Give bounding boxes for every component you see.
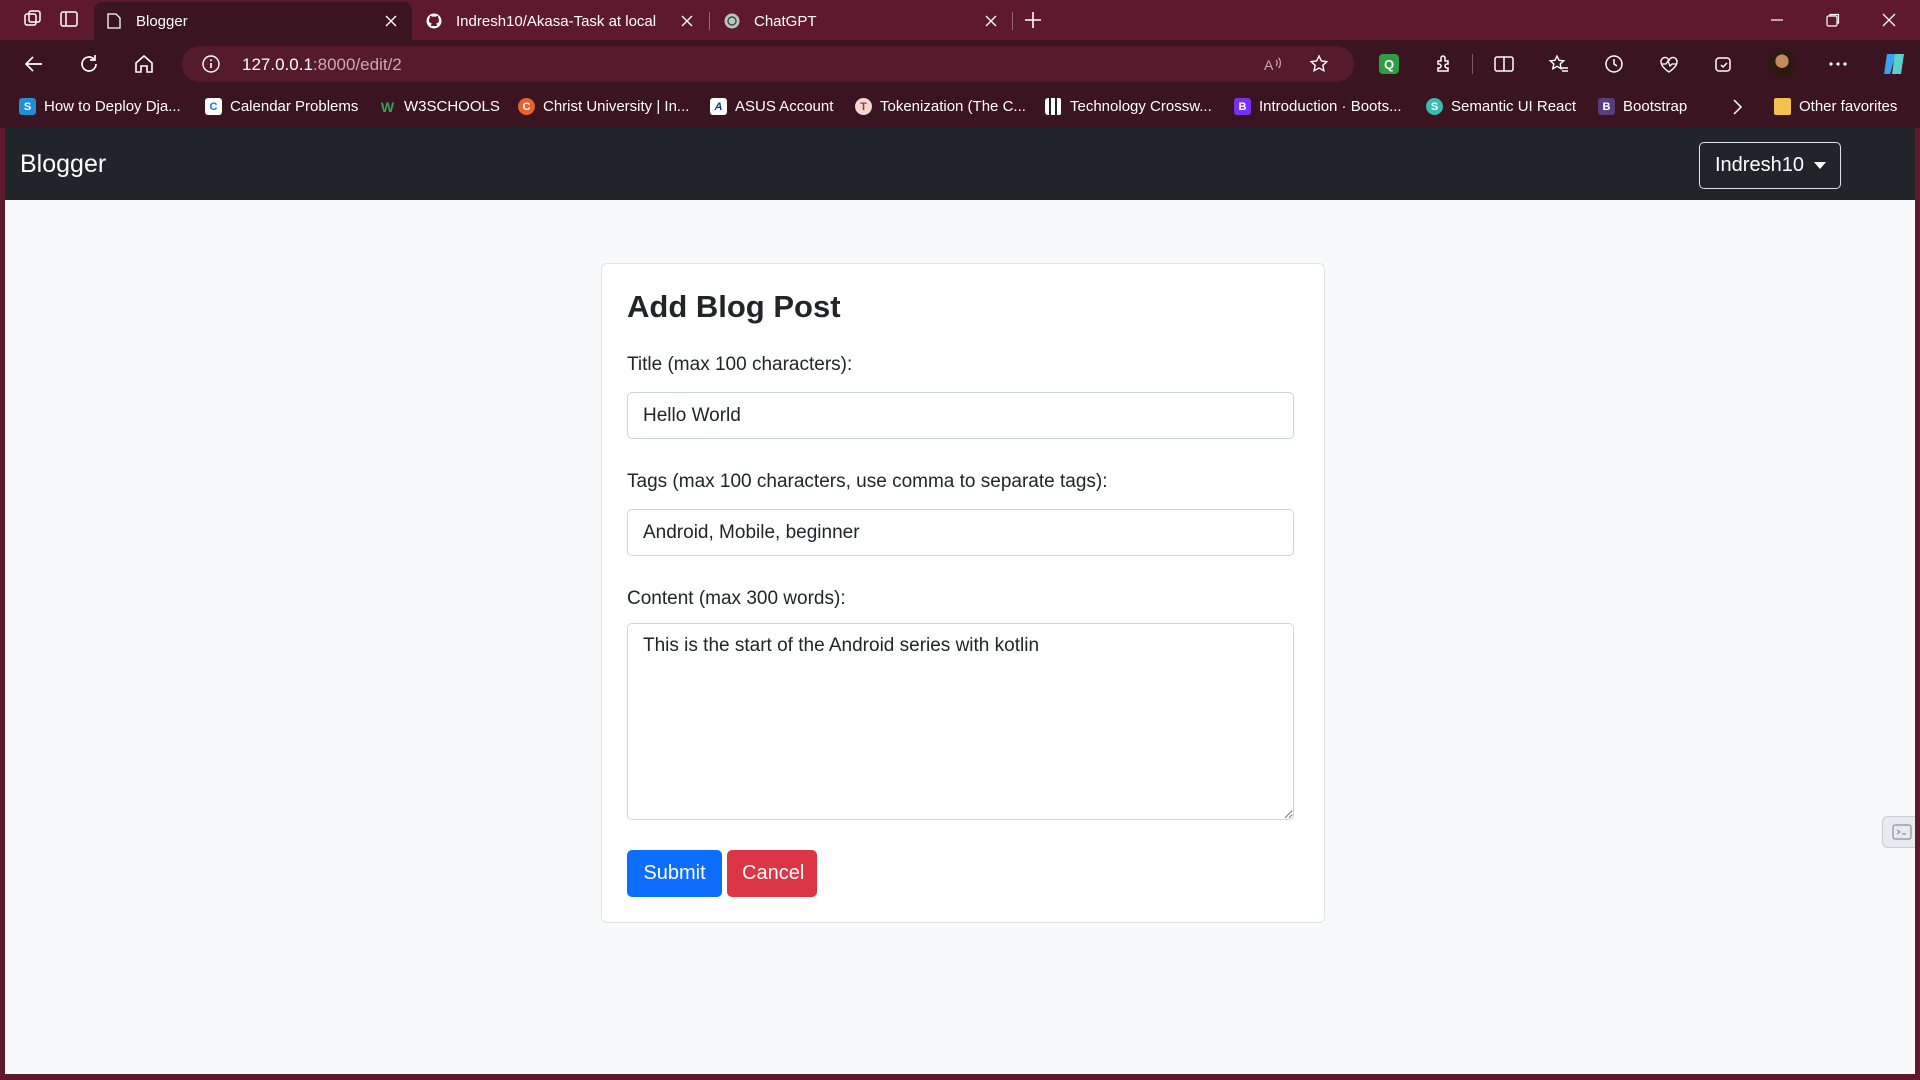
address-bar[interactable]: 127.0.0.1:8000/edit/2 A — [182, 46, 1354, 82]
tab-strip: Blogger Indresh10/Akasa-Task at local Ch… — [0, 0, 1920, 40]
favorites-icon[interactable] — [1545, 50, 1573, 78]
site-info-icon[interactable] — [202, 55, 220, 73]
crossword-icon — [1045, 98, 1062, 115]
url-text[interactable]: 127.0.0.1:8000/edit/2 — [242, 55, 402, 75]
content-textarea[interactable]: This is the start of the Android series … — [627, 623, 1294, 820]
tab-divider — [709, 12, 710, 30]
blog-post-form-card: Add Blog Post Title (max 100 characters)… — [601, 263, 1325, 923]
browser-essentials-icon[interactable] — [1710, 50, 1738, 78]
bootstrap-icon: B — [1598, 98, 1615, 115]
read-aloud-icon[interactable]: A — [1262, 53, 1284, 75]
bookmark-item[interactable]: B Introduction · Boots... — [1234, 98, 1402, 115]
close-window-icon[interactable] — [1866, 6, 1912, 34]
tab-actions-icon[interactable] — [58, 8, 80, 30]
bootstrap-icon: B — [1234, 98, 1251, 115]
copilot-icon[interactable] — [1880, 50, 1908, 78]
url-path: :8000/edit/2 — [312, 55, 402, 74]
content-label: Content (max 300 words): — [627, 588, 846, 609]
caret-down-icon — [1813, 162, 1826, 169]
tab-chatgpt[interactable]: ChatGPT — [712, 2, 1012, 40]
bookmarks-bar: S How to Deploy Dja... C Calendar Proble… — [0, 88, 1920, 128]
close-tab-icon[interactable] — [982, 12, 1000, 30]
home-icon[interactable] — [130, 50, 158, 78]
bookmark-item[interactable]: C Calendar Problems — [205, 98, 358, 115]
asus-icon: A — [710, 98, 727, 115]
bookmark-label: Tokenization (The C... — [880, 98, 1026, 115]
workspaces-icon[interactable] — [22, 8, 44, 30]
split-screen-icon[interactable] — [1490, 50, 1518, 78]
page-viewport: Blogger Indresh10 Add Blog Post Title (m… — [5, 128, 1915, 1074]
site-navbar: Blogger Indresh10 — [5, 128, 1915, 200]
title-label: Title (max 100 characters): — [627, 354, 853, 375]
tab-title: Indresh10/Akasa-Task at local — [456, 12, 657, 30]
extensions-icon[interactable] — [1430, 50, 1458, 78]
chatgpt-icon — [724, 13, 740, 29]
terminal-icon — [1891, 824, 1912, 840]
close-tab-icon[interactable] — [678, 12, 696, 30]
semantic-ui-icon: S — [1426, 98, 1443, 115]
restore-icon[interactable] — [1810, 6, 1856, 34]
url-host: 127.0.0.1 — [242, 55, 313, 74]
toolbar-divider — [1472, 54, 1473, 74]
bookmark-label: W3SCHOOLS — [404, 98, 500, 115]
tab-blogger[interactable]: Blogger — [94, 2, 412, 40]
browser-toolbar: 127.0.0.1:8000/edit/2 A Q — [0, 40, 1920, 88]
tab-divider — [1012, 12, 1013, 30]
bookmark-label: Calendar Problems — [230, 98, 359, 115]
new-tab-icon[interactable] — [1022, 9, 1044, 31]
bookmark-item[interactable]: W W3SCHOOLS — [379, 98, 500, 115]
bookmark-label: Semantic UI React — [1451, 98, 1577, 115]
page-icon — [106, 13, 122, 29]
svg-text:A: A — [1264, 57, 1274, 73]
performance-icon[interactable] — [1655, 50, 1683, 78]
bookmark-label: Bootstrap — [1623, 98, 1688, 115]
brand-link[interactable]: Blogger — [20, 150, 106, 179]
bookmark-item[interactable]: B Bootstrap — [1598, 98, 1687, 115]
refresh-icon[interactable] — [75, 50, 103, 78]
side-panel-toggle[interactable] — [1882, 816, 1915, 848]
bookmark-label: Technology Crossw... — [1070, 98, 1212, 115]
back-icon[interactable] — [20, 50, 48, 78]
close-tab-icon[interactable] — [382, 12, 400, 30]
github-icon — [426, 13, 442, 29]
tags-label: Tags (max 100 characters, use comma to s… — [627, 471, 1108, 492]
bookmark-item[interactable]: Technology Crossw... — [1045, 98, 1212, 115]
user-name: Indresh10 — [1715, 154, 1804, 176]
bookmark-label: ASUS Account — [735, 98, 834, 115]
s-icon: S — [19, 98, 36, 115]
more-options-icon[interactable] — [1824, 50, 1852, 78]
bookmark-item[interactable]: S Semantic UI React — [1426, 98, 1576, 115]
bookmark-label: Introduction · Boots... — [1259, 98, 1402, 115]
tab-github[interactable]: Indresh10/Akasa-Task at local — [414, 2, 708, 40]
page-title: Add Blog Post — [627, 289, 841, 324]
bookmark-label: Christ University | In... — [543, 98, 690, 115]
avatar[interactable] — [1768, 50, 1796, 78]
tab-title: ChatGPT — [754, 12, 817, 30]
calendar-icon: C — [205, 98, 222, 115]
minimize-icon[interactable] — [1754, 6, 1800, 34]
favorite-star-icon[interactable] — [1308, 53, 1330, 75]
history-icon[interactable] — [1600, 50, 1628, 78]
bookmarks-overflow-icon[interactable] — [1731, 98, 1743, 116]
bookmark-label: How to Deploy Dja... — [44, 98, 181, 115]
submit-button[interactable]: Submit — [627, 850, 722, 897]
title-input[interactable] — [627, 392, 1294, 439]
w3schools-icon: W — [380, 98, 395, 115]
bookmark-item[interactable]: A ASUS Account — [710, 98, 833, 115]
cancel-button[interactable]: Cancel — [727, 850, 817, 897]
tags-input[interactable] — [627, 509, 1294, 556]
bookmark-item[interactable]: C Christ University | In... — [518, 98, 689, 115]
bookmark-label: Other favorites — [1799, 98, 1898, 115]
tokenization-icon: T — [855, 98, 872, 115]
bookmark-item[interactable]: S How to Deploy Dja... — [19, 98, 181, 115]
other-favorites-folder[interactable]: Other favorites — [1774, 98, 1897, 115]
university-icon: C — [518, 98, 535, 115]
user-dropdown[interactable]: Indresh10 — [1699, 142, 1841, 189]
folder-icon — [1774, 98, 1791, 115]
bookmark-item[interactable]: T Tokenization (The C... — [855, 98, 1026, 115]
extension-q-icon[interactable]: Q — [1375, 50, 1403, 78]
tab-title: Blogger — [136, 12, 188, 30]
